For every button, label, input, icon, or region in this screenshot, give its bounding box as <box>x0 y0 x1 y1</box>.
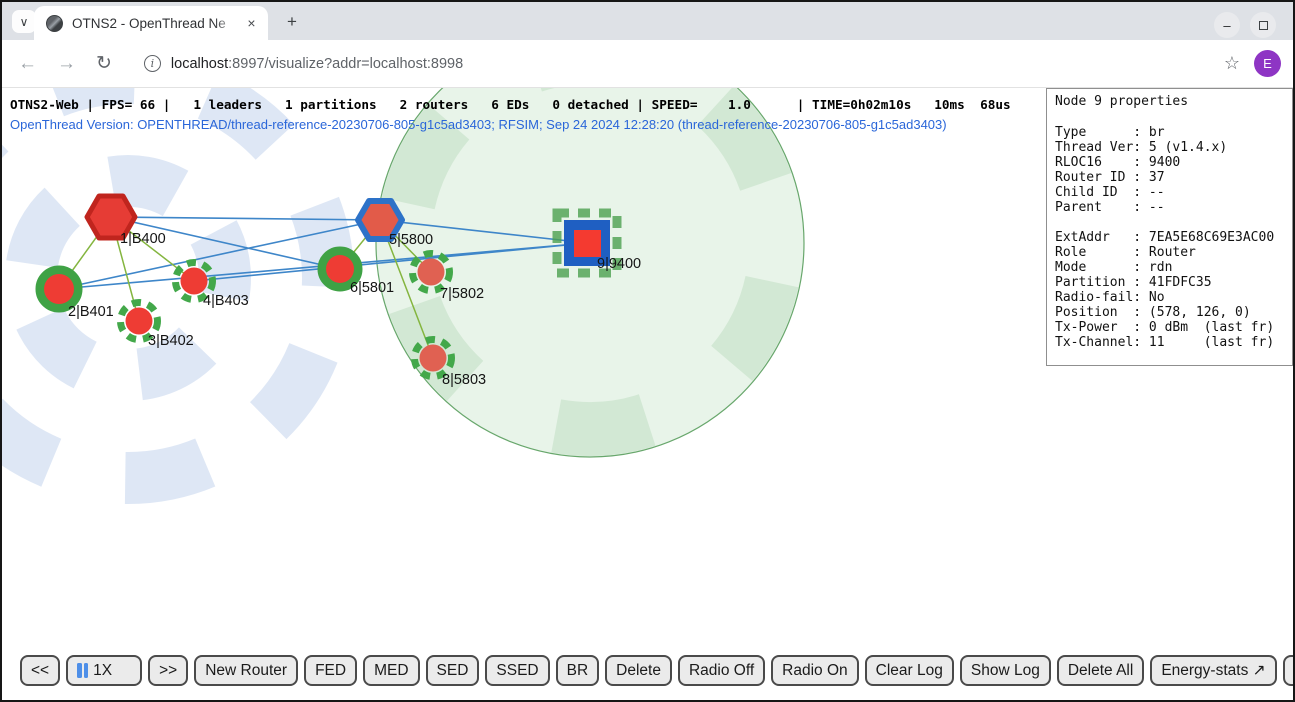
pause-icon <box>77 663 82 678</box>
speed-indicator-button[interactable]: 1X <box>66 655 142 686</box>
node-9-label: 9|9400 <box>597 256 641 272</box>
prop-position: Position : (578, 126, 0) <box>1055 305 1284 320</box>
prop-parent: Parent : -- <box>1055 200 1284 215</box>
prop-spacer <box>1055 110 1284 125</box>
prop-partition: Partition : 41FDFC35 <box>1055 275 1284 290</box>
chevron-down-icon: ∨ <box>20 15 29 29</box>
node-4-label: 4|B403 <box>203 293 249 309</box>
speed-up-button[interactable]: >> <box>148 655 188 686</box>
delete-all-button[interactable]: Delete All <box>1057 655 1144 686</box>
prop-role: Role : Router <box>1055 245 1284 260</box>
node-8-label: 8|5803 <box>442 372 486 388</box>
prop-thread-ver: Thread Ver: 5 (v1.4.x) <box>1055 140 1284 155</box>
fed-button[interactable]: FED <box>304 655 357 686</box>
prop-tx-power: Tx-Power : 0 dBm (last fr) <box>1055 320 1284 335</box>
speed-down-button[interactable]: << <box>20 655 60 686</box>
ssed-button[interactable]: SSED <box>485 655 549 686</box>
clear-log-button[interactable]: Clear Log <box>865 655 954 686</box>
prop-extaddr: ExtAddr : 7EA5E68C69E3AC00 <box>1055 230 1284 245</box>
tab-strip: ∨ OTNS2 - OpenThread Ne × + – <box>2 2 1293 40</box>
tab-title-fade <box>214 10 238 44</box>
tab-search-button[interactable]: ∨ <box>12 10 36 33</box>
prop-radio-fail: Radio-fail: No <box>1055 290 1284 305</box>
prop-tx-channel: Tx-Channel: 11 (last fr) <box>1055 335 1284 350</box>
node-6-label: 6|5801 <box>350 280 394 296</box>
globe-favicon-icon <box>46 15 63 32</box>
node-properties-panel: Node 9 properties Type : br Thread Ver: … <box>1046 88 1293 366</box>
node-3-label: 3|B402 <box>148 333 194 349</box>
node-7-label: 7|5802 <box>440 286 484 302</box>
prop-mode: Mode : rdn <box>1055 260 1284 275</box>
maximize-icon <box>1259 21 1268 30</box>
url-host: localhost <box>171 56 228 72</box>
simulator-toolbar: << 1X >> New Router FED MED SED SSED BR … <box>20 655 1289 686</box>
back-icon[interactable]: ← <box>8 53 47 75</box>
page-info-icon[interactable]: i <box>144 55 161 72</box>
prop-type: Type : br <box>1055 125 1284 140</box>
show-log-button[interactable]: Show Log <box>960 655 1051 686</box>
browser-navbar: ← → ↻ i localhost:8997/visualize?addr=lo… <box>2 40 1293 88</box>
bookmark-star-icon[interactable]: ☆ <box>1210 53 1254 74</box>
simulator-status-bar: OTNS2-Web | FPS= 66 | 1 leaders 1 partit… <box>10 97 1011 112</box>
pause-icon <box>84 663 89 678</box>
med-button[interactable]: MED <box>363 655 419 686</box>
prop-router-id: Router ID : 37 <box>1055 170 1284 185</box>
prop-rloc16: RLOC16 : 9400 <box>1055 155 1284 170</box>
new-router-button[interactable]: New Router <box>194 655 298 686</box>
node-2-label: 2|B401 <box>68 304 114 320</box>
sed-button[interactable]: SED <box>426 655 480 686</box>
prop-child-id: Child ID : -- <box>1055 185 1284 200</box>
node-5-label: 5|5800 <box>389 232 433 248</box>
browser-window: ∨ OTNS2 - OpenThread Ne × + – ← → ↻ i lo… <box>0 0 1295 702</box>
reload-icon[interactable]: ↻ <box>86 52 122 75</box>
forward-icon[interactable]: → <box>47 53 86 75</box>
prop-spacer <box>1055 215 1284 230</box>
delete-button[interactable]: Delete <box>605 655 672 686</box>
properties-title: Node 9 properties <box>1055 94 1284 110</box>
radio-off-button[interactable]: Radio Off <box>678 655 765 686</box>
radio-on-button[interactable]: Radio On <box>771 655 858 686</box>
tab-otns2[interactable]: OTNS2 - OpenThread Ne × <box>34 6 268 40</box>
node-1-label: 1|B400 <box>120 231 166 247</box>
window-minimize-button[interactable]: – <box>1214 12 1240 38</box>
minimize-icon: – <box>1223 18 1230 33</box>
openthread-version-line: OpenThread Version: OPENTHREAD/thread-re… <box>10 117 947 132</box>
speed-label: 1X <box>93 662 112 680</box>
tab-close-icon[interactable]: × <box>243 15 260 32</box>
url-path: :8997/visualize?addr=localhost:8998 <box>228 56 463 72</box>
partition-1-gear-rings <box>2 88 388 538</box>
window-maximize-button[interactable] <box>1250 12 1276 38</box>
new-tab-button[interactable]: + <box>280 10 304 34</box>
energy-stats-button[interactable]: Energy-stats ↗ <box>1150 655 1276 686</box>
simulator-canvas-area: 1|B400 2|B401 3|B402 4|B403 5|5800 6|580… <box>2 88 1293 700</box>
node-2[interactable] <box>40 270 78 308</box>
node-stats-button[interactable]: Node-stats ↗ <box>1283 655 1293 686</box>
profile-avatar[interactable]: E <box>1254 50 1281 77</box>
address-bar[interactable]: localhost:8997/visualize?addr=localhost:… <box>171 56 463 72</box>
br-button[interactable]: BR <box>556 655 600 686</box>
